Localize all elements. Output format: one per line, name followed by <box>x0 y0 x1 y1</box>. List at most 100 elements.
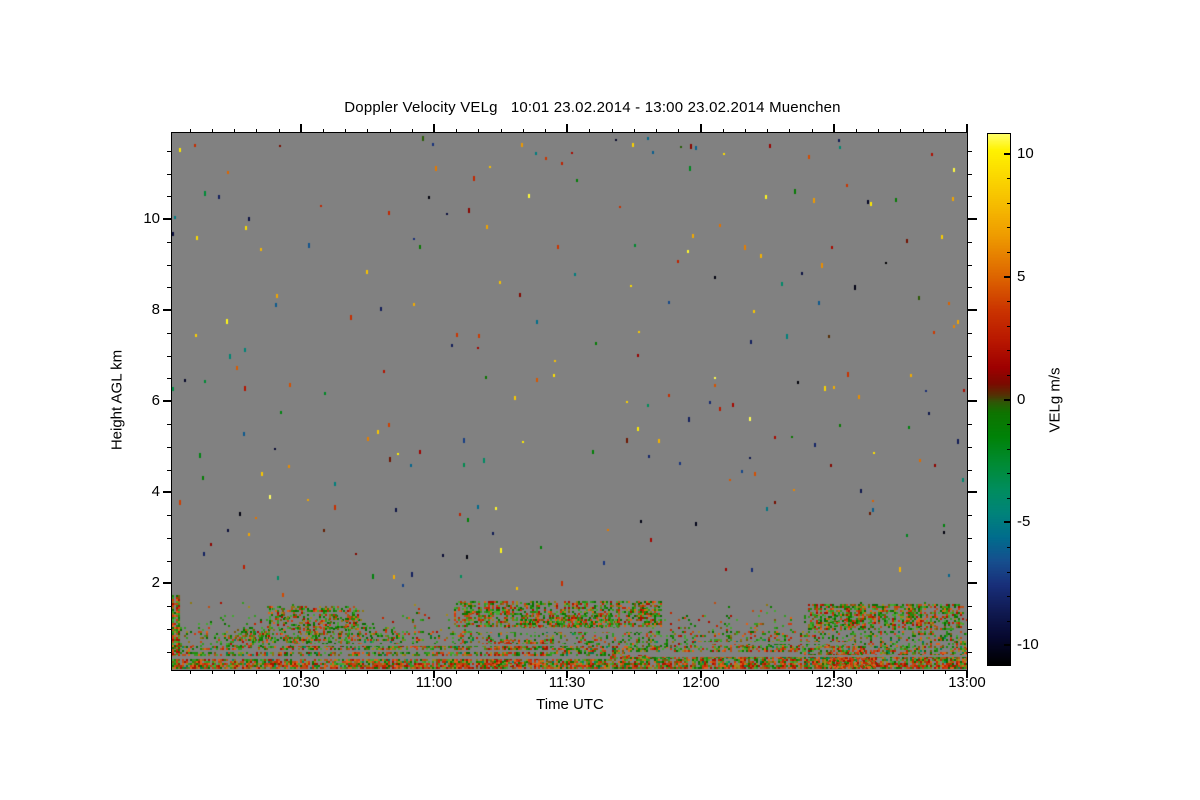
tick-mark <box>167 265 171 266</box>
tick-mark <box>167 333 171 334</box>
tick-mark <box>1007 252 1010 253</box>
tick-mark <box>163 491 171 493</box>
tick-mark <box>900 129 901 133</box>
tick-mark <box>968 333 972 334</box>
tick-mark <box>190 670 191 674</box>
tick-mark <box>412 129 413 133</box>
tick-mark <box>1007 301 1010 302</box>
tick-mark <box>968 606 972 607</box>
tick-mark <box>878 129 879 133</box>
tick-mark <box>968 629 972 630</box>
tick-mark <box>167 470 171 471</box>
tick-mark <box>700 124 702 133</box>
y-tick-label: 10 <box>143 210 160 227</box>
tick-mark <box>167 174 171 175</box>
tick-mark <box>789 670 790 674</box>
tick-mark <box>589 129 590 133</box>
tick-mark <box>167 378 171 379</box>
tick-mark <box>390 129 391 133</box>
tick-mark <box>968 491 977 493</box>
tick-mark <box>1007 424 1010 425</box>
tick-mark <box>856 129 857 133</box>
tick-mark <box>167 652 171 653</box>
tick-mark <box>968 309 977 311</box>
x-tick-label: 10:30 <box>282 674 320 691</box>
colorbar-tick-label: -10 <box>1017 636 1039 653</box>
tick-mark <box>1004 153 1010 155</box>
tick-mark <box>1007 449 1010 450</box>
tick-mark <box>968 561 972 562</box>
tick-mark <box>367 129 368 133</box>
tick-mark <box>163 218 171 220</box>
tick-mark <box>968 174 972 175</box>
tick-mark <box>190 129 191 133</box>
tick-mark <box>812 129 813 133</box>
tick-mark <box>745 129 746 133</box>
colorbar-tick-label: 5 <box>1017 268 1026 285</box>
colorbar-tick-label: 10 <box>1017 145 1034 162</box>
tick-mark <box>833 124 835 133</box>
tick-mark <box>1007 203 1010 204</box>
x-tick-label: 11:00 <box>415 674 453 691</box>
tick-mark <box>234 129 235 133</box>
plot-area <box>171 132 968 671</box>
tick-mark <box>163 309 171 311</box>
tick-mark <box>456 129 457 133</box>
tick-mark <box>167 196 171 197</box>
tick-mark <box>968 424 972 425</box>
tick-mark <box>501 129 502 133</box>
tick-mark <box>945 129 946 133</box>
tick-mark <box>167 561 171 562</box>
tick-mark <box>167 356 171 357</box>
tick-mark <box>923 670 924 674</box>
tick-mark <box>167 287 171 288</box>
x-axis-title: Time UTC <box>536 696 604 713</box>
tick-mark <box>968 356 972 357</box>
tick-mark <box>1007 596 1010 597</box>
tick-mark <box>789 129 790 133</box>
tick-mark <box>279 129 280 133</box>
tick-mark <box>968 218 977 220</box>
tick-mark <box>300 124 302 133</box>
tick-mark <box>634 129 635 133</box>
tick-mark <box>345 670 346 674</box>
x-tick-label: 12:30 <box>815 674 853 691</box>
tick-mark <box>656 670 657 674</box>
tick-mark <box>634 670 635 674</box>
tick-mark <box>367 670 368 674</box>
tick-mark <box>968 242 972 243</box>
tick-mark <box>523 129 524 133</box>
tick-mark <box>723 129 724 133</box>
tick-mark <box>968 151 972 152</box>
tick-mark <box>1007 547 1010 548</box>
tick-mark <box>968 582 977 584</box>
tick-mark <box>167 447 171 448</box>
y-tick-label: 6 <box>151 392 160 409</box>
tick-mark <box>968 538 972 539</box>
tick-mark <box>1007 473 1010 474</box>
tick-mark <box>1004 521 1010 523</box>
tick-mark <box>167 606 171 607</box>
tick-mark <box>968 470 972 471</box>
colorbar-tick-label: 0 <box>1017 391 1026 408</box>
tick-mark <box>478 129 479 133</box>
tick-mark <box>212 129 213 133</box>
tick-mark <box>968 400 977 402</box>
tick-mark <box>1007 621 1010 622</box>
tick-mark <box>167 242 171 243</box>
tick-mark <box>212 670 213 674</box>
tick-mark <box>1007 326 1010 327</box>
tick-mark <box>678 129 679 133</box>
tick-mark <box>167 151 171 152</box>
tick-mark <box>1007 572 1010 573</box>
tick-mark <box>1004 644 1010 646</box>
tick-mark <box>433 124 435 133</box>
tick-mark <box>345 129 346 133</box>
tick-mark <box>163 582 171 584</box>
x-tick-label: 12:00 <box>682 674 720 691</box>
tick-mark <box>968 196 972 197</box>
tick-mark <box>501 670 502 674</box>
tick-mark <box>612 129 613 133</box>
tick-mark <box>923 129 924 133</box>
tick-mark <box>167 515 171 516</box>
